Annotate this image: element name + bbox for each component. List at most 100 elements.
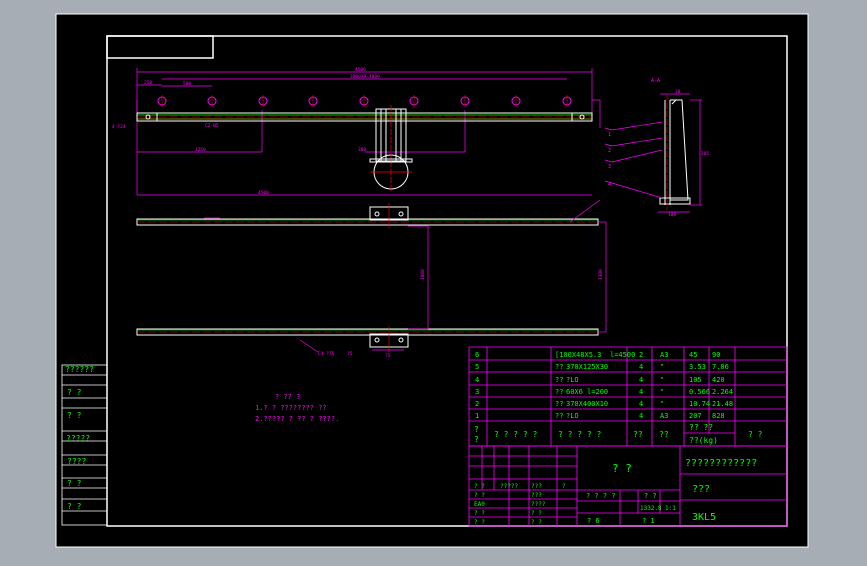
bom-row-1-total: 90 xyxy=(712,351,720,359)
bom-row-2-mat: " xyxy=(660,363,664,371)
bom-row-5-mat: " xyxy=(660,400,664,408)
bom-row-5-unit: 10.74 xyxy=(689,400,710,408)
bom-row-3-mat: " xyxy=(660,376,664,384)
weight-label: ? ? xyxy=(644,492,657,500)
callout-2: 2 xyxy=(608,148,611,154)
bom-row-2-qty: 4 xyxy=(639,363,643,371)
bom-row-6-spec: ?LO xyxy=(566,412,579,420)
callout-1: 1 xyxy=(608,132,611,138)
dim-left-1: 1250 xyxy=(195,147,206,153)
title-left-cell-5-1: ? ? xyxy=(474,519,485,526)
side-stamp-label-2: ? ? xyxy=(67,388,82,397)
drawing-number: 3KL5 xyxy=(692,512,716,523)
notes-heading: ? ?? ? xyxy=(275,393,300,401)
bom-row-3-unit: 105 xyxy=(689,376,702,384)
side-stamp-label-5: ???? xyxy=(67,457,86,466)
bom-row-1-unit: 45 xyxy=(689,351,697,359)
title-left-cell-2-3: ??? xyxy=(531,492,542,499)
bom-row-5-no: 2 xyxy=(475,400,479,408)
side-stamp-label-1: ?????? xyxy=(65,365,94,374)
bom-row-6-mat: A3 xyxy=(660,412,668,420)
bom-row-5-total: 21.48 xyxy=(712,400,733,408)
section-dim-1: 30 xyxy=(675,89,681,95)
bom-row-2-total: 7.06 xyxy=(712,363,729,371)
side-stamp-label-6: ? ? xyxy=(67,479,82,488)
bom-row-5-name: ?? xyxy=(555,400,563,408)
bom-row-1-mat: A3 xyxy=(660,351,668,359)
bom-row-6-qty: 4 xyxy=(639,412,643,420)
title-left-cell-1-3: ??? xyxy=(531,483,542,490)
bom-row-4-mat: " xyxy=(660,388,664,396)
bom-row-3-spec: ?LO xyxy=(566,376,579,384)
label-bottom-b: ?5 xyxy=(385,353,391,359)
bom-row-1-name: [100X48X5.3 xyxy=(555,351,601,359)
side-stamp-label-4: ????? xyxy=(66,434,90,443)
bom-row-1-qty: 2 xyxy=(639,351,643,359)
side-stamp-label-3: ? ? xyxy=(67,411,82,420)
label-weld: C2-N5 xyxy=(205,123,219,129)
hub xyxy=(369,105,413,193)
label-bottom-a: ?5 xyxy=(347,351,353,357)
dim-hole-span: 3000X9=4000 xyxy=(350,74,380,80)
bom-row-2-unit: 3.53 xyxy=(689,363,706,371)
bom-row-6-name: ?? xyxy=(555,412,563,420)
material-cell: ??? xyxy=(692,484,710,495)
bom-row-4-name: ?? xyxy=(555,388,563,396)
dim-edge: 250 xyxy=(144,80,152,86)
sheet-number: ? 1 xyxy=(642,517,655,525)
callout-4: 4 xyxy=(608,182,611,188)
bom-row-4-spec: 60X6 l=200 xyxy=(566,388,608,396)
side-stamp-label-7: ? ? xyxy=(67,502,82,511)
bom-row-2-name: ?? xyxy=(555,363,563,371)
notes-line-2: 2.????? ? ?? ? ????. xyxy=(255,415,339,423)
bom-row-4-qty: 4 xyxy=(639,388,643,396)
title-left-cell-2-1: ? ? xyxy=(474,492,485,499)
title-left-cell-5-3: ? ? xyxy=(531,519,542,526)
notes-line-1: 1.? ? ???????? ?? xyxy=(255,404,327,412)
bom-row-1-spec: l=4500 xyxy=(610,351,635,359)
dim-left-2: 4500 xyxy=(258,190,269,196)
title-left-cell-1-2: ????? xyxy=(500,483,518,490)
bom-row-4-total: 2.264 xyxy=(712,388,733,396)
bom-row-3-name: ?? xyxy=(555,376,563,384)
dim-rail-gap: 1800 xyxy=(420,269,426,280)
scale-value: 1:1 xyxy=(665,505,676,512)
section-label: A-A xyxy=(651,78,660,84)
company-name: ???????????? xyxy=(685,458,757,469)
bom-header-remark: ? ? xyxy=(748,430,763,439)
label-hole-count: 4-?24 xyxy=(112,124,126,130)
section-dim-3: 100 xyxy=(668,212,676,218)
bom-header-no-b: ? xyxy=(474,435,479,444)
bom-row-3-no: 4 xyxy=(475,376,479,384)
bom-row-2-no: 5 xyxy=(475,363,479,371)
cad-drawing-canvas[interactable]: ?????? ? ? ? ? ????? ???? ? ? ? ? 4500 3… xyxy=(0,0,867,562)
title-left-cell-4-1: ? ? xyxy=(474,510,485,517)
section-dim-2: 305 xyxy=(701,151,709,157)
dim-left-3: 300 xyxy=(358,147,366,153)
bom-row-1-no: 6 xyxy=(475,351,479,359)
bom-header-code: ? ? ? ? ? xyxy=(494,430,538,439)
bom-header-no-a: ? xyxy=(474,425,479,434)
title-left-cell-3-1: EA0 xyxy=(474,501,485,508)
title-left-cell-3-3: ???? xyxy=(531,501,546,508)
bom-row-3-qty: 4 xyxy=(639,376,643,384)
bom-row-6-unit: 207 xyxy=(689,412,702,420)
title-left-cell-4-3: ? ? xyxy=(531,510,542,517)
scale-label: ? ? ? ? xyxy=(586,492,616,500)
bom-row-5-spec: 370X400X10 xyxy=(566,400,608,408)
bom-row-4-unit: 0.566 xyxy=(689,388,710,396)
bom-header-name: ? ? ? ? ? xyxy=(558,430,602,439)
bom-header-qty: ?? xyxy=(633,430,643,439)
callout-3: 3 xyxy=(608,164,611,170)
cad-viewport[interactable]: ?????? ? ? ? ? ????? ???? ? ? ? ? 4500 3… xyxy=(0,0,867,562)
weight-value: 1332.8 xyxy=(640,505,662,512)
bom-header-weight-bottom: ??(kg) xyxy=(689,436,718,445)
dim-rail-outer: 1300 xyxy=(598,269,604,280)
title-left-cell-1-1: ? ? xyxy=(474,483,485,490)
bom-header-mat: ?? xyxy=(659,430,669,439)
bom-row-2-spec: 370X125X30 xyxy=(566,363,608,371)
bom-row-5-qty: 4 xyxy=(639,400,643,408)
bom-row-4-no: 3 xyxy=(475,388,479,396)
dim-overall: 4500 xyxy=(355,67,366,73)
sheet-total: ? 6 xyxy=(587,517,600,525)
